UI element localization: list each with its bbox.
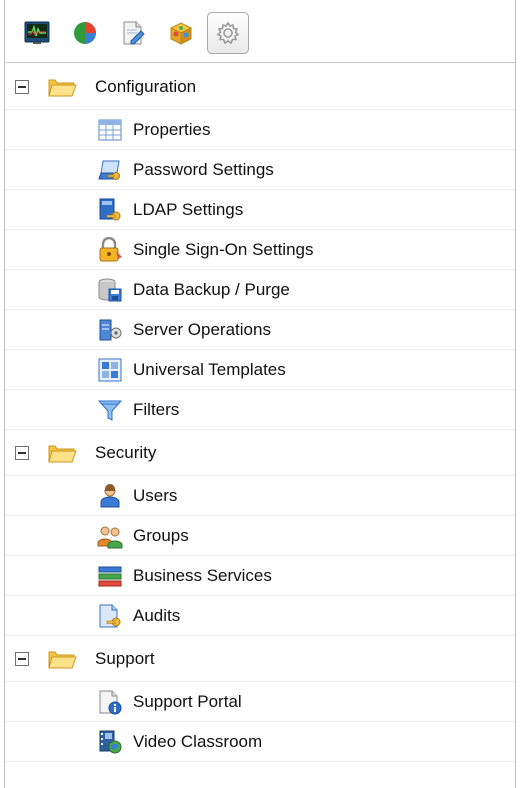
folder-icon [48,651,77,668]
password-key-icon [98,160,120,180]
tree-group-label: Configuration [95,76,197,96]
tree-item-label: Filters [133,399,180,419]
tree-item-password-settings[interactable]: Password Settings [5,150,515,190]
funnel-icon [97,400,123,421]
ldap-book-key-icon [99,198,121,220]
properties-table-icon [98,119,122,140]
gear-icon [216,21,240,45]
tree-item-data-backup-purge[interactable]: Data Backup / Purge [5,270,515,310]
server-gear-icon [99,319,122,340]
tree-item-ldap-settings[interactable]: LDAP Settings [5,190,515,230]
panel-right-border [515,0,516,788]
package-icon [169,22,193,45]
collapse-toggle[interactable] [15,651,29,666]
reports-button[interactable] [64,12,106,54]
tree-item-video-classroom[interactable]: Video Classroom [5,722,515,762]
business-services-icon [98,566,122,586]
video-film-globe-icon [99,730,122,753]
tree-item-label: Business Services [133,565,272,585]
database-disk-icon [98,278,122,301]
tree-item-support-portal[interactable]: Support Portal [5,682,515,722]
tree-item-single-sign-on-settings[interactable]: Single Sign-On Settings [5,230,515,270]
toolbar [6,8,516,63]
tree-group-label: Support [95,648,155,668]
tree-group-support[interactable]: Support [5,636,515,682]
folder-icon [48,445,77,462]
collapse-toggle[interactable] [15,445,29,460]
tree-item-users[interactable]: Users [5,476,515,516]
toolbar-separator [6,62,516,63]
editor-button[interactable] [112,12,154,54]
tree-item-server-operations[interactable]: Server Operations [5,310,515,350]
tree-item-label: Single Sign-On Settings [133,239,314,259]
user-icon [100,483,120,507]
tree-item-business-services[interactable]: Business Services [5,556,515,596]
tree-item-label: Password Settings [133,159,274,179]
monitor-button[interactable] [16,12,58,54]
tree-item-label: Universal Templates [133,359,286,379]
tree-group-configuration[interactable]: Configuration [5,64,515,110]
pie-chart-icon [74,22,96,44]
document-edit-icon [123,21,145,45]
navigation-tree: Configuration Properties Password Settin… [5,64,515,762]
lock-icon [99,236,122,261]
tree-item-properties[interactable]: Properties [5,110,515,150]
tree-item-audits[interactable]: Audits [5,596,515,636]
tree-group-security[interactable]: Security [5,430,515,476]
tree-item-label: Groups [133,525,189,545]
group-users-icon [97,526,123,548]
templates-icon [98,358,122,381]
tree-item-label: Audits [133,605,181,625]
collapse-toggle[interactable] [15,79,29,94]
tree-item-universal-templates[interactable]: Universal Templates [5,350,515,390]
tree-item-label: Users [133,485,178,505]
settings-button[interactable] [207,12,249,54]
tree-group-label: Security [95,442,157,462]
tree-item-label: Support Portal [133,691,242,711]
tree-item-label: Server Operations [133,319,271,339]
tree-item-label: Video Classroom [133,731,263,751]
monitor-icon [24,21,50,44]
info-document-icon [99,690,122,714]
packages-button[interactable] [160,12,202,54]
tree-item-label: Data Backup / Purge [133,279,290,299]
tree-item-filters[interactable]: Filters [5,390,515,430]
audit-document-key-icon [99,604,121,627]
tree-item-label: Properties [133,119,211,139]
folder-icon [48,79,77,96]
tree-item-groups[interactable]: Groups [5,516,515,556]
tree-item-label: LDAP Settings [133,199,244,219]
